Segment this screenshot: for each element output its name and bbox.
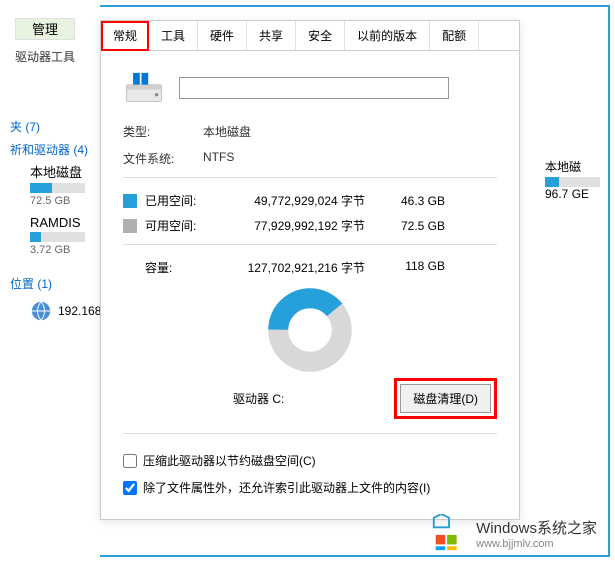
- disk-cleanup-button[interactable]: 磁盘清理(D): [400, 384, 491, 413]
- free-space-label: 可用空间:: [145, 217, 225, 234]
- drive-usage-bar: [30, 232, 85, 242]
- free-space-bytes: 77,929,992,192 字节: [225, 217, 385, 234]
- drive-name: 本地磁盘: [30, 162, 85, 181]
- type-value: 本地磁盘: [203, 123, 251, 140]
- compress-checkbox[interactable]: [123, 454, 137, 468]
- used-color-swatch: [123, 194, 137, 208]
- tab-hardware[interactable]: 硬件: [198, 21, 247, 50]
- index-label: 除了文件属性外，还允许索引此驱动器上文件的内容(I): [143, 479, 430, 496]
- watermark-title: Windows系统之家: [476, 517, 597, 538]
- drive-usage-bar: [545, 177, 600, 187]
- list-item[interactable]: 本地磁盘 72.5 GB: [30, 162, 85, 207]
- tab-quota[interactable]: 配额: [430, 21, 479, 50]
- compress-label: 压缩此驱动器以节约磁盘空间(C): [143, 452, 316, 469]
- tab-general[interactable]: 常规: [101, 21, 149, 51]
- capacity-gb: 118 GB: [385, 259, 445, 276]
- drive-size: 72.5 GB: [30, 195, 85, 207]
- capacity-label: 容量:: [123, 259, 225, 276]
- drive-name: RAMDIS: [30, 215, 85, 230]
- tab-tools[interactable]: 工具: [149, 21, 198, 50]
- drive-letter-label: 驱动器 C:: [123, 390, 394, 407]
- usage-donut-chart: [268, 288, 352, 372]
- filesystem-value: NTFS: [203, 150, 234, 167]
- used-space-gb: 46.3 GB: [385, 194, 445, 208]
- manage-button[interactable]: 管理: [15, 18, 75, 40]
- drive-size: 3.72 GB: [30, 244, 85, 256]
- network-icon: [30, 300, 52, 322]
- watermark: Windows系统之家 www.bjjmlv.com: [430, 514, 597, 552]
- free-space-gb: 72.5 GB: [385, 219, 445, 233]
- drive-icon: [123, 69, 165, 107]
- drive-size: 96.7 GE: [545, 187, 600, 201]
- drive-name-input[interactable]: [179, 77, 449, 99]
- watermark-url: www.bjjmlv.com: [476, 538, 597, 550]
- free-color-swatch: [123, 219, 137, 233]
- used-space-label: 已用空间:: [145, 192, 225, 209]
- filesystem-label: 文件系统:: [123, 150, 203, 167]
- index-checkbox[interactable]: [123, 481, 137, 495]
- capacity-bytes: 127,702,921,216 字节: [225, 259, 385, 276]
- tab-sharing[interactable]: 共享: [247, 21, 296, 50]
- drive-tools-label: 驱动器工具: [15, 48, 75, 65]
- tab-security[interactable]: 安全: [296, 21, 345, 50]
- type-label: 类型:: [123, 123, 203, 140]
- properties-dialog: 常规 工具 硬件 共享 安全 以前的版本 配额 类型: 本地磁盘 文件系统: N…: [100, 20, 520, 520]
- windows-logo-icon: [430, 514, 468, 552]
- tab-previous-versions[interactable]: 以前的版本: [345, 21, 430, 50]
- used-space-bytes: 49,772,929,024 字节: [225, 192, 385, 209]
- network-label: 192.168: [58, 304, 101, 318]
- location-section[interactable]: 位置 (1): [10, 275, 52, 292]
- folders-section[interactable]: 夹 (7): [10, 118, 40, 135]
- list-item[interactable]: 本地磁 96.7 GE: [545, 158, 600, 201]
- drive-usage-bar: [30, 183, 85, 193]
- tab-bar: 常规 工具 硬件 共享 安全 以前的版本 配额: [101, 21, 519, 51]
- drive-name: 本地磁: [545, 158, 600, 175]
- drives-section[interactable]: 祈和驱动器 (4): [10, 141, 88, 158]
- list-item[interactable]: RAMDIS 3.72 GB: [30, 215, 85, 256]
- list-item[interactable]: 192.168: [30, 300, 101, 322]
